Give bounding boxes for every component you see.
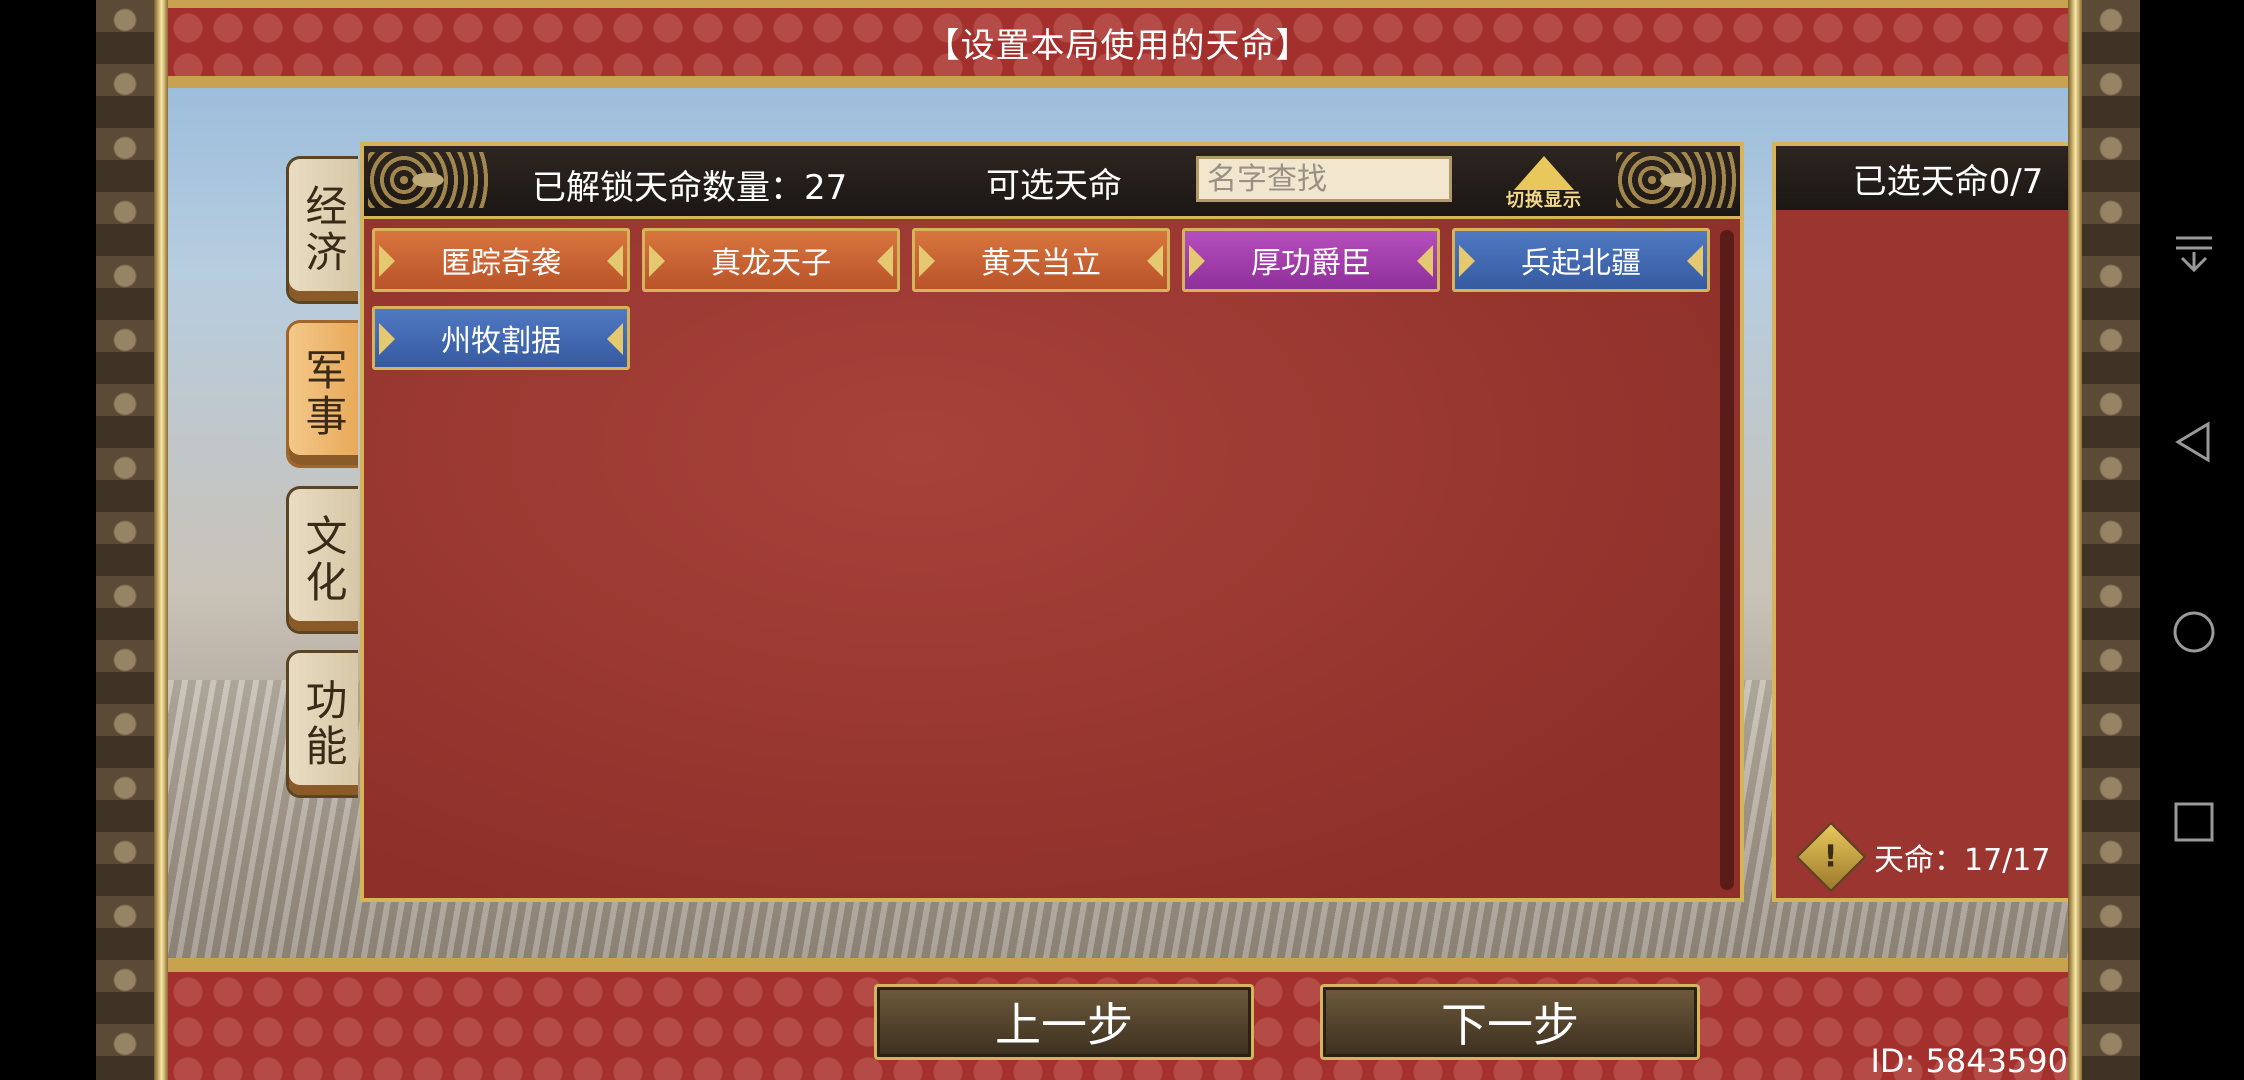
- exclamation-diamond-icon[interactable]: !: [1795, 821, 1867, 893]
- toggle-display-icon: [1514, 156, 1574, 190]
- destiny-chip[interactable]: 州牧割据: [372, 306, 630, 370]
- right-gold-rail: [2068, 0, 2082, 1080]
- tab-label: 文化: [299, 514, 348, 606]
- player-id: ID: 5843590: [1870, 1042, 2068, 1080]
- recents-icon[interactable]: [2172, 800, 2216, 844]
- left-ornament-border: [96, 0, 154, 1080]
- destiny-chip[interactable]: 厚功爵臣: [1182, 228, 1440, 292]
- destiny-list: 匿踪奇袭 真龙天子 黄天当立 厚功爵臣 兵起北疆 州牧割据: [372, 228, 1712, 370]
- destiny-count-row: ! 天命：17/17: [1795, 821, 2051, 893]
- destiny-chip[interactable]: 匿踪奇袭: [372, 228, 630, 292]
- destiny-name: 真龙天子: [711, 246, 831, 281]
- destiny-name: 厚功爵臣: [1251, 246, 1371, 281]
- destiny-name: 兵起北疆: [1521, 246, 1641, 281]
- destiny-count: 天命：17/17: [1874, 843, 2051, 878]
- unlocked-count: 已解锁天命数量：27: [532, 168, 848, 208]
- notification-pull-icon[interactable]: [2172, 232, 2216, 276]
- home-icon[interactable]: [2172, 610, 2216, 654]
- destiny-chip[interactable]: 黄天当立: [912, 228, 1170, 292]
- tab-military[interactable]: 军事: [286, 320, 358, 468]
- destiny-chip[interactable]: 兵起北疆: [1452, 228, 1710, 292]
- previous-step-button[interactable]: 上一步: [874, 984, 1254, 1060]
- game-window: 【设置本局使用的天命】 经济 军事 文化 功能 已解锁天命数量：27 可选天命: [96, 0, 2140, 1080]
- destiny-name: 匿踪奇袭: [441, 246, 561, 281]
- dragon-ornament-icon: [1616, 152, 1736, 208]
- selected-header: 已选天命0/7: [1776, 146, 2068, 210]
- page-title: 【设置本局使用的天命】: [925, 25, 1311, 66]
- next-step-button[interactable]: 下一步: [1320, 984, 1700, 1060]
- destiny-name: 州牧割据: [441, 324, 561, 359]
- right-ornament-border: [2082, 0, 2140, 1080]
- name-search-input[interactable]: [1196, 156, 1452, 202]
- tab-label: 经济: [299, 184, 348, 276]
- available-title: 可选天命: [986, 166, 1122, 206]
- tab-culture[interactable]: 文化: [286, 486, 358, 634]
- toggle-display-label: 切换显示: [1506, 190, 1582, 211]
- back-icon[interactable]: [2172, 420, 2216, 464]
- tab-economy[interactable]: 经济: [286, 156, 358, 304]
- system-navigation-bar: [2140, 0, 2244, 1080]
- tab-label: 军事: [299, 348, 348, 440]
- selected-destiny-panel: 已选天命0/7 ! 天命：17/17: [1772, 142, 2068, 902]
- game-stage: 【设置本局使用的天命】 经济 军事 文化 功能 已解锁天命数量：27 可选天命: [168, 0, 2068, 1080]
- dragon-ornament-icon: [368, 152, 488, 208]
- panel-header: 已解锁天命数量：27 可选天命 切换显示: [364, 146, 1740, 219]
- available-destiny-panel: 已解锁天命数量：27 可选天命 切换显示 匿踪奇袭 真龙天子 黄天当立 厚功爵臣…: [360, 142, 1744, 902]
- left-gold-rail: [154, 0, 168, 1080]
- tab-label: 功能: [299, 678, 348, 770]
- destiny-chip[interactable]: 真龙天子: [642, 228, 900, 292]
- destiny-list-scrollbar[interactable]: [1720, 230, 1734, 890]
- tab-function[interactable]: 功能: [286, 650, 358, 798]
- toggle-display-button[interactable]: 切换显示: [1498, 150, 1590, 212]
- destiny-name: 黄天当立: [981, 246, 1101, 281]
- selected-title: 已选天命0/7: [1852, 161, 2044, 202]
- title-bar: 【设置本局使用的天命】: [168, 0, 2068, 88]
